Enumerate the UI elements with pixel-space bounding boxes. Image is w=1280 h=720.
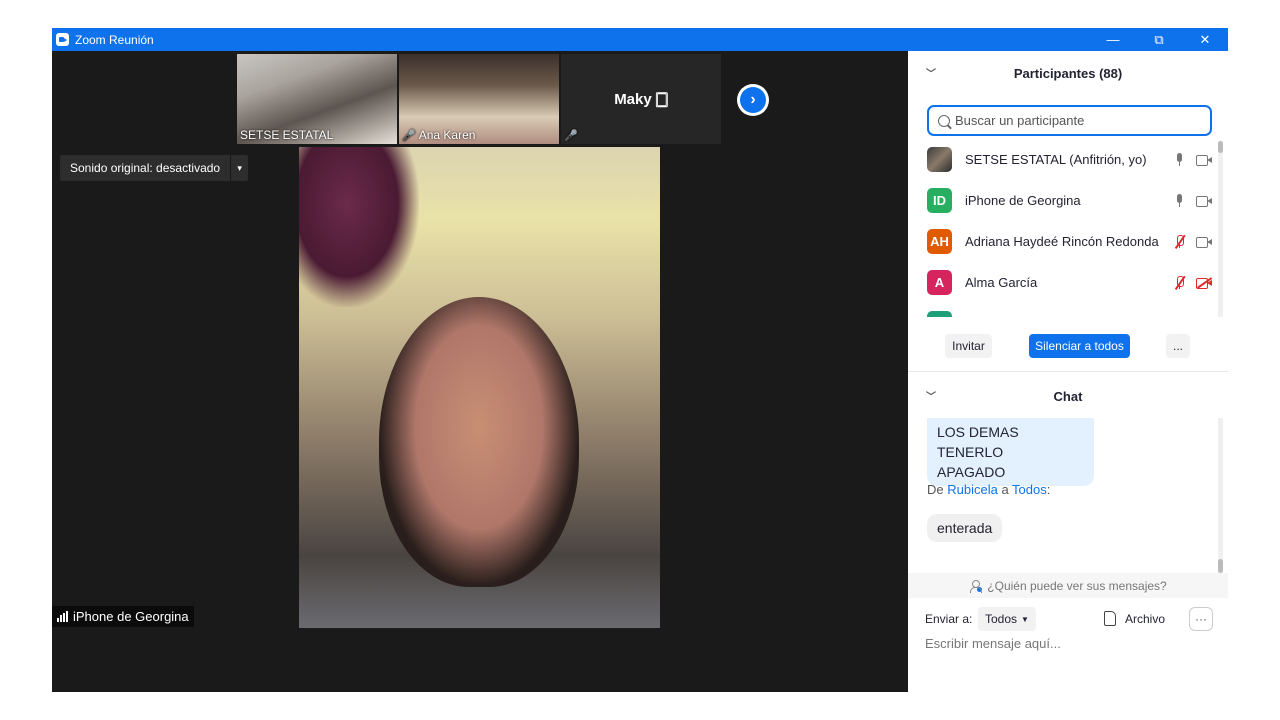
person-icon xyxy=(969,579,983,593)
mic-muted-icon: 🎤 xyxy=(564,130,578,142)
speaker-name: iPhone de Georgina xyxy=(73,609,189,624)
microphone-icon[interactable] xyxy=(1172,152,1188,168)
chat-header: ﹀ Chat xyxy=(908,374,1228,418)
chevron-right-icon: › xyxy=(740,87,766,113)
chat-message: LOS DEMAS TENERLO APAGADO xyxy=(927,418,1094,486)
chevron-down-icon: ▼ xyxy=(1021,614,1029,624)
thumbnail-label: SETSE ESTATAL xyxy=(240,128,334,142)
thumbnail-label: 🎤 Ana Karen xyxy=(402,128,475,142)
chat-message: enterada xyxy=(927,514,1003,542)
speaker-image xyxy=(379,297,579,587)
search-placeholder: Buscar un participante xyxy=(955,113,1085,128)
thumbnail-video[interactable]: SETSE ESTATAL xyxy=(237,54,397,144)
mic-muted-icon: 🎤 xyxy=(402,129,416,142)
microphone-muted-icon[interactable] xyxy=(1172,275,1188,291)
microphone-muted-icon[interactable] xyxy=(1172,234,1188,250)
chat-title: Chat xyxy=(1053,388,1083,404)
message-sender-line: De Rubicela a Todos: xyxy=(927,482,1050,497)
thumbnail-name: Ana Karen xyxy=(418,128,476,142)
chat-more-button[interactable]: ··· xyxy=(1189,607,1213,631)
video-stage: SETSE ESTATAL 🎤 Ana Karen Maky 🀆 🎤 › Son… xyxy=(52,51,908,692)
search-icon xyxy=(938,114,950,127)
thumbnail-label: 🎤 xyxy=(564,129,581,142)
participants-title: Participantes (88) xyxy=(1013,65,1123,81)
more-button[interactable]: ... xyxy=(1166,334,1190,358)
participant-row[interactable]: AH Adriana Haydeé Rincón Redonda xyxy=(908,221,1218,262)
signal-bars-icon xyxy=(57,611,69,622)
title-bar: Zoom Reunión — ⧉ ✕ xyxy=(52,28,1228,51)
avatar: A xyxy=(927,270,952,295)
recipient-name[interactable]: Todos xyxy=(1012,482,1047,497)
from-prefix: De xyxy=(927,482,948,497)
from-suffix: : xyxy=(1046,482,1051,497)
participant-row[interactable]: A Alma García xyxy=(908,262,1218,303)
active-speaker-video xyxy=(299,147,660,628)
who-can-see-messages[interactable]: ¿Quién puede ver sus mensajes? xyxy=(908,573,1228,598)
window-title: Zoom Reunión xyxy=(75,32,154,47)
video-camera-icon[interactable] xyxy=(1196,236,1212,248)
window-controls: — ⧉ ✕ xyxy=(1090,28,1228,51)
video-background-decor xyxy=(299,147,419,307)
chat-messages: LOS DEMAS TENERLO APAGADO De Rubicela a … xyxy=(908,418,1228,573)
send-options: Enviar a: Todos ▼ Archivo ··· xyxy=(908,607,1228,631)
chevron-down-icon[interactable]: ﹀ xyxy=(926,388,936,403)
participant-scrollbar[interactable] xyxy=(1218,141,1223,317)
restore-button[interactable]: ⧉ xyxy=(1136,28,1182,51)
thumbnail-name: Maky 🀆 xyxy=(614,90,668,108)
divider xyxy=(908,371,1228,372)
zoom-logo-icon xyxy=(56,33,69,46)
file-icon xyxy=(1104,611,1116,626)
avatar: ID xyxy=(927,188,952,213)
file-label: Archivo xyxy=(1125,611,1166,626)
participant-search-input[interactable]: Buscar un participante xyxy=(927,105,1212,136)
chevron-down-icon[interactable]: ﹀ xyxy=(926,65,936,80)
from-mid: a xyxy=(997,482,1013,497)
avatar xyxy=(927,311,952,317)
mute-all-button[interactable]: Silenciar a todos xyxy=(1029,334,1130,358)
message-input[interactable]: Escribir mensaje aquí... xyxy=(925,636,1061,651)
participant-name: iPhone de Georgina xyxy=(965,193,1081,208)
participant-row[interactable]: ID iPhone de Georgina xyxy=(908,180,1218,221)
participant-name: Alma García xyxy=(965,275,1038,290)
video-camera-icon[interactable] xyxy=(1196,195,1212,207)
zoom-window: Zoom Reunión — ⧉ ✕ SETSE ESTATAL 🎤 Ana K… xyxy=(52,28,1228,692)
recipient-dropdown[interactable]: Todos ▼ xyxy=(978,607,1036,631)
side-panel: ﹀ Participantes (88) Buscar un participa… xyxy=(908,51,1228,692)
avatar xyxy=(927,147,952,172)
next-page-button[interactable]: › xyxy=(737,84,769,116)
recipient-value: Todos xyxy=(985,612,1018,626)
sender-name[interactable]: Rubicela xyxy=(947,482,998,497)
microphone-icon[interactable] xyxy=(1172,193,1188,209)
chat-message-line: APAGADO xyxy=(937,464,1006,480)
participant-list: SETSE ESTATAL (Anfitrión, yo) ID iPhone … xyxy=(908,139,1218,317)
original-sound-button[interactable]: Sonido original: desactivado ▾ xyxy=(60,155,249,181)
participant-actions: Invitar Silenciar a todos ... xyxy=(908,334,1228,358)
participant-name: SETSE ESTATAL (Anfitrión, yo) xyxy=(965,152,1147,167)
thumbnail-video[interactable]: Maky 🀆 🎤 xyxy=(561,54,721,144)
invite-button[interactable]: Invitar xyxy=(945,334,992,358)
participant-row[interactable]: SETSE ESTATAL (Anfitrión, yo) xyxy=(908,139,1218,180)
thumbnail-video[interactable]: 🎤 Ana Karen xyxy=(399,54,559,144)
minimize-button[interactable]: — xyxy=(1090,28,1136,51)
avatar: AH xyxy=(927,229,952,254)
close-button[interactable]: ✕ xyxy=(1182,28,1228,51)
chevron-down-icon[interactable]: ▾ xyxy=(230,155,248,181)
send-to-label: Enviar a: xyxy=(925,612,973,626)
chat-scrollbar[interactable] xyxy=(1218,418,1223,573)
video-camera-off-icon[interactable] xyxy=(1196,277,1212,289)
participant-name: Adriana Haydeé Rincón Redonda xyxy=(965,234,1159,249)
participant-row[interactable] xyxy=(908,303,1218,317)
chat-message-line: LOS DEMAS TENERLO xyxy=(937,424,1019,460)
who-can-see-label: ¿Quién puede ver sus mensajes? xyxy=(987,578,1167,593)
speaker-name-tag: iPhone de Georgina xyxy=(52,606,194,627)
participants-header: ﹀ Participantes (88) xyxy=(908,51,1228,95)
thumbnail-strip: SETSE ESTATAL 🎤 Ana Karen Maky 🀆 🎤 xyxy=(237,54,723,144)
video-camera-icon[interactable] xyxy=(1196,154,1212,166)
file-button[interactable]: Archivo xyxy=(1104,611,1165,626)
original-sound-label: Sonido original: desactivado xyxy=(70,161,221,175)
